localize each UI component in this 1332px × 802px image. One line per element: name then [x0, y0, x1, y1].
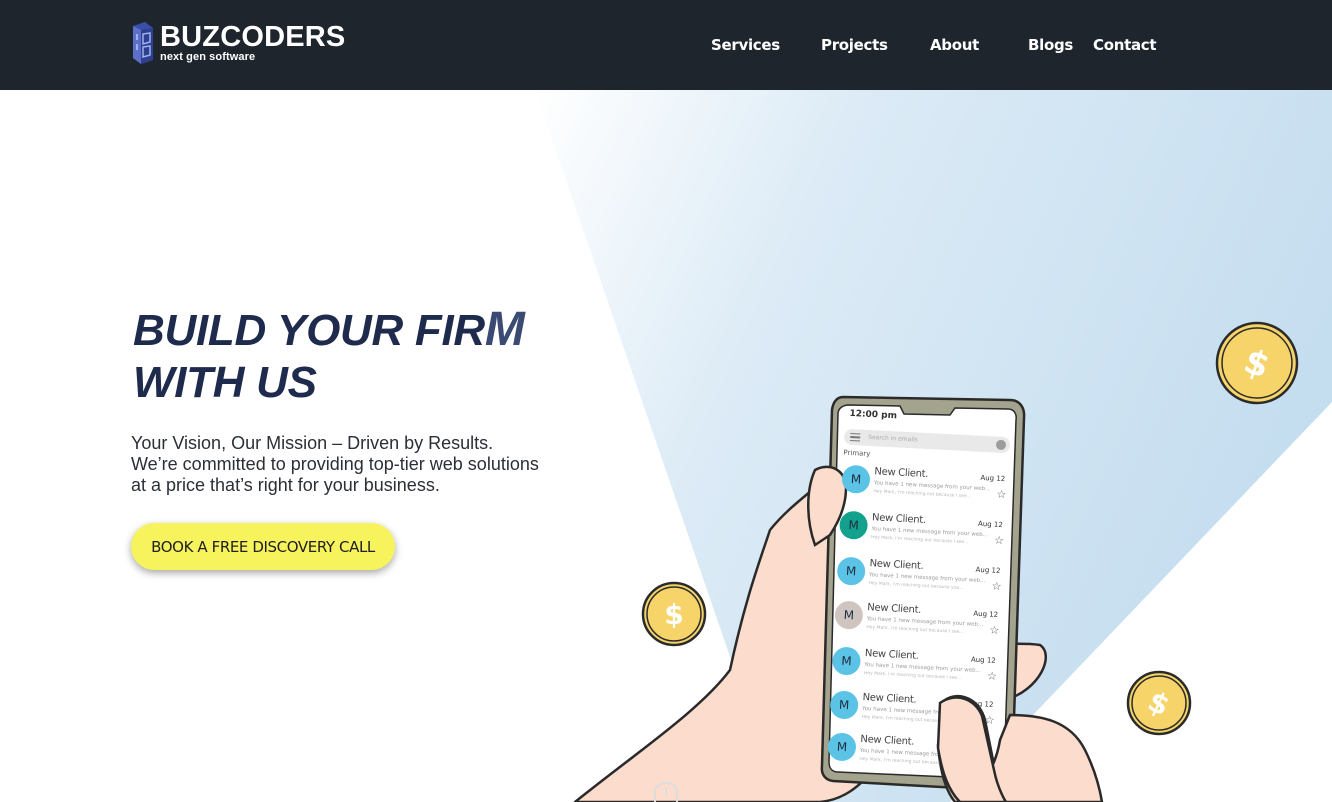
email-date: Aug 12	[966, 741, 992, 751]
phone-time: 12:00 pm	[849, 408, 898, 422]
email-sender: New Client.	[869, 558, 924, 572]
star-outline-icon: ☆	[982, 756, 993, 769]
star-outline-icon: ☆	[984, 714, 995, 727]
star-outline-icon: ☆	[991, 580, 1002, 594]
email-avatar: M	[827, 732, 857, 762]
email-avatar: M	[841, 464, 871, 495]
email-sender: New Client.	[862, 691, 917, 706]
email-date: Aug 12	[970, 655, 996, 665]
email-list-item: M New Client. Aug 12 You have 1 new mess…	[821, 728, 1000, 781]
email-sender: New Client.	[867, 602, 922, 616]
email-avatar: M	[838, 510, 869, 540]
email-sender: New Client.	[860, 733, 915, 748]
email-sender: New Client.	[864, 648, 919, 662]
dollar-coin-icon: $	[1126, 670, 1192, 736]
star-outline-icon: ☆	[993, 534, 1005, 548]
email-list-item: M New Client. Aug 12 You have 1 new mess…	[835, 460, 1014, 513]
hamburger-menu-icon	[850, 432, 861, 442]
email-list-item: M New Client. Aug 12 You have 1 new mess…	[828, 596, 1007, 649]
email-avatar: M	[834, 600, 864, 630]
inbox-section-label: Primary	[843, 448, 871, 459]
dollar-coin-icon: $	[641, 581, 707, 647]
star-outline-icon: ☆	[989, 624, 1000, 638]
email-avatar: M	[836, 556, 866, 586]
email-date: Aug 12	[977, 519, 1004, 530]
email-sender: New Client.	[874, 466, 929, 481]
dollar-coin-icon: $	[1215, 321, 1299, 405]
profile-avatar	[995, 439, 1007, 451]
email-date: Aug 12	[980, 473, 1006, 484]
phone-screen: 12:00 pm Search in emails Primary M New …	[821, 400, 1017, 781]
email-date: Aug 12	[973, 609, 999, 619]
svg-text:$: $	[664, 598, 683, 631]
search-placeholder: Search in emails	[868, 433, 918, 444]
star-outline-icon: ☆	[986, 670, 998, 683]
email-sender: New Client.	[871, 512, 927, 527]
email-avatar: M	[829, 690, 859, 720]
email-list-item: M New Client. Aug 12 You have 1 new mess…	[832, 506, 1011, 559]
email-avatar: M	[831, 646, 862, 676]
email-date: Aug 12	[968, 699, 994, 709]
email-date: Aug 12	[975, 565, 1001, 575]
star-outline-icon: ☆	[996, 488, 1007, 502]
